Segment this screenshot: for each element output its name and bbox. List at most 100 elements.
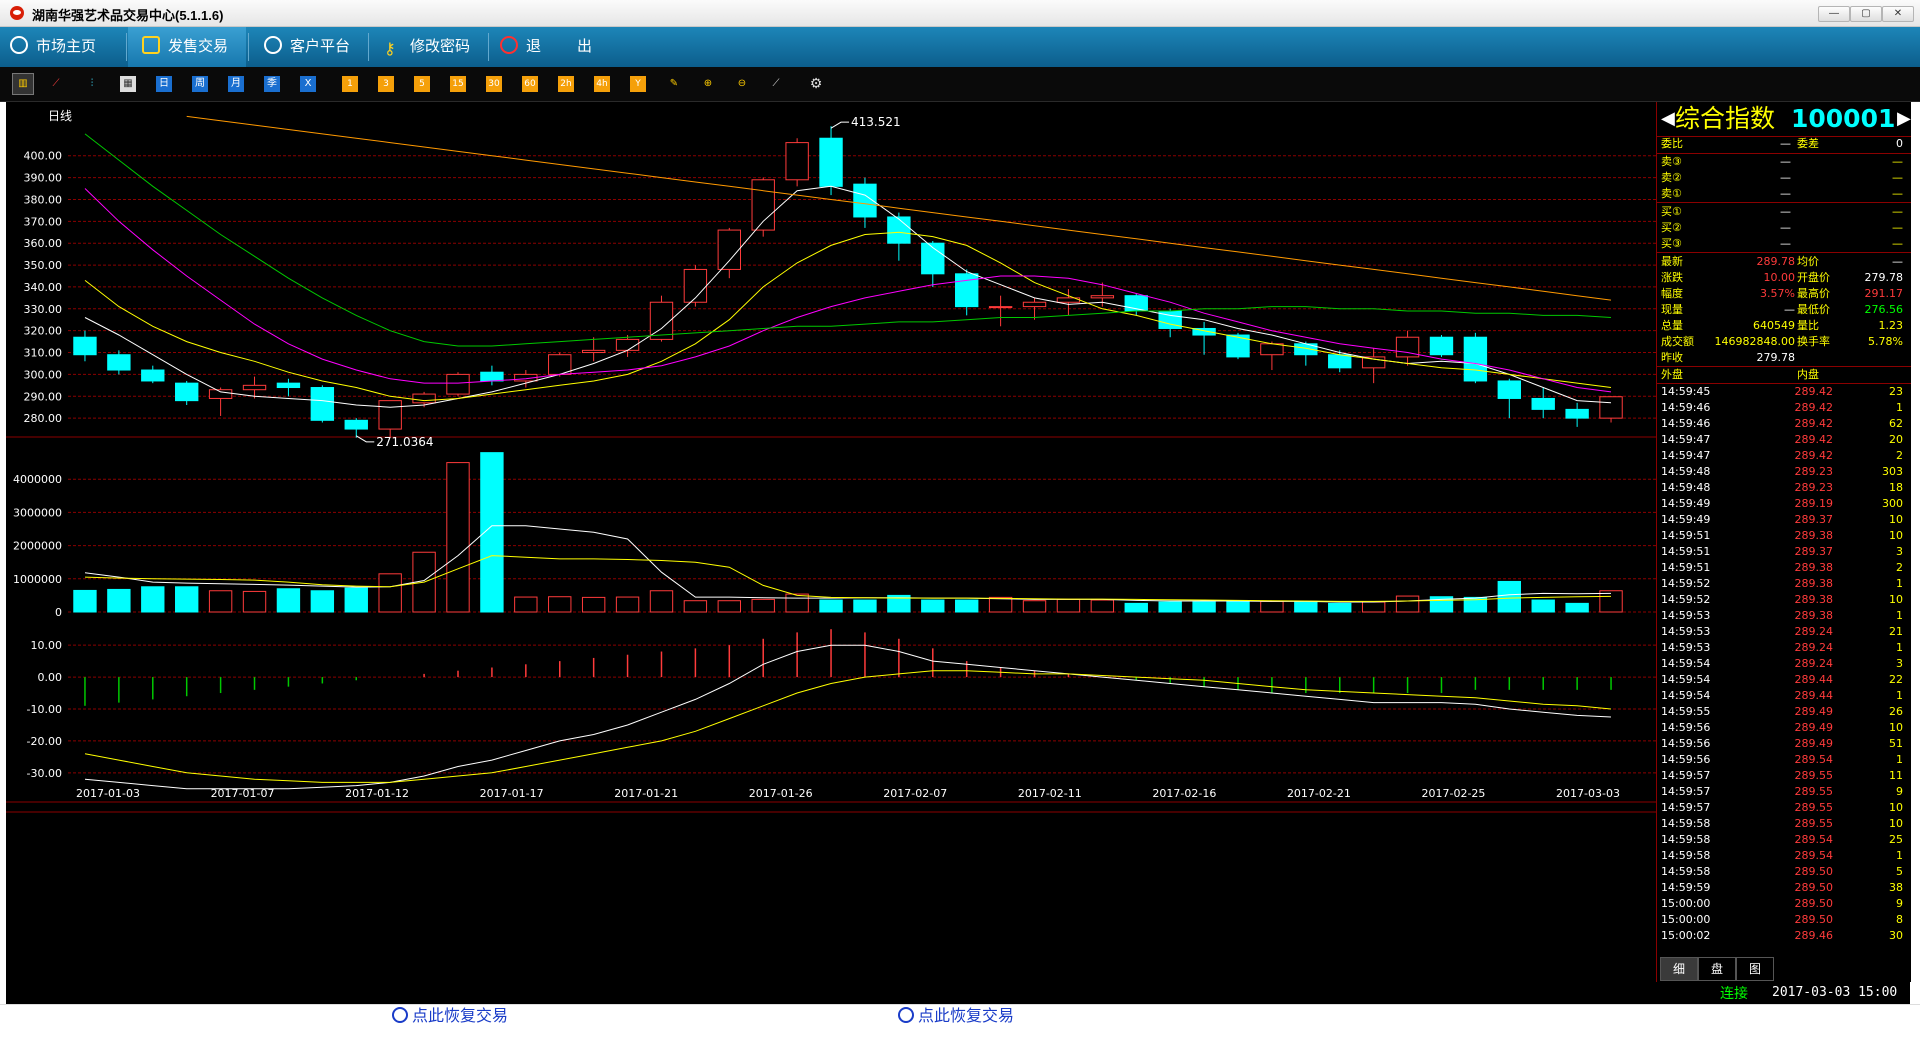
volume-bar	[988, 596, 1013, 613]
candle-body	[242, 384, 267, 391]
edit-icon[interactable]: ✎	[666, 76, 682, 92]
candle-body	[1599, 396, 1623, 419]
candle-body	[1497, 380, 1521, 399]
tab-detail[interactable]: 细	[1660, 957, 1698, 981]
volume-bar	[1226, 600, 1250, 613]
detail-tabs: 细 盘 图	[1656, 957, 1910, 981]
date-axis-label: 2017-01-21	[614, 787, 678, 800]
volume-bar	[615, 596, 640, 613]
menu-issue-trade[interactable]: 发售交易	[128, 27, 246, 67]
volume-bar	[1361, 601, 1386, 613]
price-tick-label: 380.00	[24, 193, 63, 206]
app-logo-icon	[10, 6, 24, 20]
menu-label: 市场主页	[36, 38, 97, 55]
tick-row: 14:59:58 289.54 1	[1661, 849, 1903, 862]
menu-label: 发售交易	[168, 38, 229, 55]
close-button[interactable]: ✕	[1882, 6, 1914, 22]
tick-row: 14:59:59 289.50 38	[1661, 881, 1903, 894]
chart-area[interactable]: 日线 400.00 390.00 380.00 370.00 360.00 350.00 34…	[6, 102, 1656, 982]
tab-book[interactable]: 盘	[1698, 957, 1736, 981]
minute-3[interactable]: 3	[378, 76, 394, 92]
year-button[interactable]: Y	[630, 76, 646, 92]
candle-body	[819, 137, 843, 187]
calendar-icon[interactable]: ▦	[120, 76, 136, 92]
restore-icon	[392, 1007, 408, 1023]
hour-4[interactable]: 4h	[594, 76, 610, 92]
restore-trade-link-2[interactable]: 点此恢复交易	[898, 1004, 1014, 1030]
date-axis-label: 2017-02-11	[1018, 787, 1082, 800]
volume-bar	[344, 587, 368, 613]
key-icon: ⚷	[384, 41, 396, 58]
minimize-button[interactable]: —	[1818, 6, 1850, 22]
zoom-in-icon[interactable]: ⊕	[700, 76, 716, 92]
volume-bar	[683, 600, 708, 613]
zoom-out-icon[interactable]: ⊖	[734, 76, 750, 92]
tick-row: 14:59:47 289.42 20	[1661, 433, 1903, 446]
volume-bar	[208, 590, 233, 613]
minute-30[interactable]: 30	[486, 76, 502, 92]
volume-tick-label: 2000000	[13, 540, 62, 553]
price-tick-label: 280.00	[24, 412, 63, 425]
volume-bar	[1565, 602, 1589, 613]
menu-market-home[interactable]: 市场主页	[10, 27, 120, 67]
draw-line-icon[interactable]: ⟋	[768, 76, 784, 92]
title-bar: 湖南华强艺术品交易中心(5.1.1.6) — ▢ ✕	[0, 0, 1920, 27]
tick-row: 14:59:52 289.38 10	[1661, 593, 1903, 606]
high-price-label: 413.521	[851, 115, 901, 129]
settings-gear-icon[interactable]: ⚙	[808, 76, 824, 92]
line-chart-icon[interactable]: ⟋	[48, 76, 64, 92]
candle-body	[378, 400, 402, 430]
period-week[interactable]: 周	[192, 76, 208, 92]
menu-change-password[interactable]: ⚷ 修改密码	[384, 27, 494, 67]
weibi-row: 委比 — 委差 0	[1661, 137, 1903, 150]
hour-2[interactable]: 2h	[558, 76, 574, 92]
period-month[interactable]: 月	[228, 76, 244, 92]
minute-1[interactable]: 1	[342, 76, 358, 92]
candle-body	[1463, 336, 1488, 382]
period-quarter[interactable]: 季	[264, 76, 280, 92]
minute-15[interactable]: 15	[450, 76, 466, 92]
tick-row: 14:59:48 289.23 18	[1661, 481, 1903, 494]
candle-body	[1022, 301, 1047, 308]
prev-arrow-icon[interactable]: ◀	[1661, 102, 1675, 136]
minute-60[interactable]: 60	[522, 76, 538, 92]
yen-icon	[142, 36, 160, 54]
tick-row: 14:59:46 289.42 1	[1661, 401, 1903, 414]
tab-chart[interactable]: 图	[1736, 957, 1774, 981]
status-bar	[6, 982, 1910, 1004]
date-axis-label: 2017-03-03	[1556, 787, 1620, 800]
window-title: 湖南华强艺术品交易中心(5.1.1.6)	[32, 8, 224, 23]
restore-trade-link-1[interactable]: 点此恢复交易	[392, 1004, 508, 1030]
period-day[interactable]: 日	[156, 76, 172, 92]
maximize-button[interactable]: ▢	[1850, 6, 1882, 22]
quote-stat-row: 成交额 146982848.00 换手率 5.78%	[1661, 335, 1903, 348]
candle-body	[1429, 336, 1454, 356]
quote-stat-row: 涨跌 10.00 开盘价 279.78	[1661, 271, 1903, 284]
kline-chart-icon[interactable]: ▥	[12, 73, 34, 95]
chart-background	[6, 102, 1656, 982]
candle-body	[1328, 354, 1352, 369]
candle-body	[480, 371, 504, 382]
minute-5[interactable]: 5	[414, 76, 430, 92]
tick-row: 14:59:56 289.49 51	[1661, 737, 1903, 750]
tick-row: 14:59:47 289.42 2	[1661, 449, 1903, 462]
menu-client-platform[interactable]: 客户平台	[264, 27, 374, 67]
tick-row: 14:59:56 289.54 1	[1661, 753, 1903, 766]
home-icon	[10, 36, 28, 54]
candles-icon[interactable]: ⫶	[84, 76, 100, 92]
menu-exit[interactable]: 退 出	[500, 27, 610, 67]
price-tick-label: 330.00	[24, 303, 63, 316]
next-arrow-icon[interactable]: ▶	[1897, 102, 1911, 136]
price-tick-label: 340.00	[24, 281, 63, 294]
restore-icon	[898, 1007, 914, 1023]
candle-body	[887, 216, 911, 244]
inner-outer-row: 外盘 内盘	[1661, 368, 1819, 381]
candle-body	[446, 373, 470, 395]
tick-row: 14:59:45 289.42 23	[1661, 385, 1903, 398]
period-x[interactable]: X	[300, 76, 316, 92]
volume-bar	[107, 588, 131, 613]
date-axis-label: 2017-02-25	[1421, 787, 1485, 800]
quote-stat-row: 昨收 279.78	[1661, 351, 1795, 364]
candle-body	[310, 387, 335, 421]
candle-body	[955, 273, 979, 308]
